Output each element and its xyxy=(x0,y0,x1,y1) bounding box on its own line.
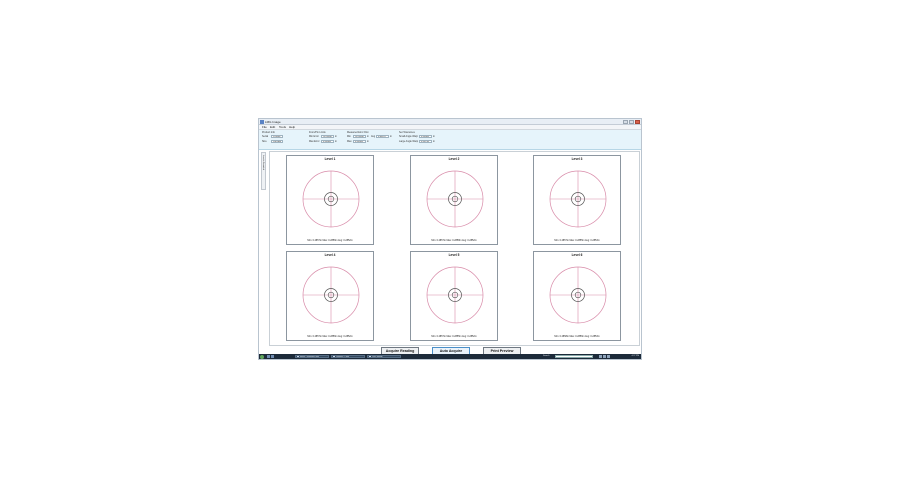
clock: 4:27 PM xyxy=(631,355,639,357)
large-angle-label: Large Angle Warp xyxy=(399,140,419,143)
mail-icon xyxy=(296,356,299,358)
level-title: Level 6 xyxy=(571,253,583,257)
small-angle-label: Small Angle Warp xyxy=(399,135,418,138)
taskbar-task-label: Untitled - Paint xyxy=(336,355,350,358)
start-button[interactable] xyxy=(260,354,264,359)
measured-error-title: Measured Error Dist xyxy=(347,131,369,134)
from-limits-title: From/Pin Limits xyxy=(309,131,326,134)
target-plot xyxy=(549,170,607,228)
level-stats: Min: 0.2857in Max: 0.2856in Avg: 0.2852i… xyxy=(307,335,353,338)
paint-icon xyxy=(332,356,335,358)
app-task-icon xyxy=(368,356,371,358)
measured-min-label: Min xyxy=(347,135,351,138)
max-error-unit: in xyxy=(335,140,337,143)
tolerances-title: Set Tolerances xyxy=(399,131,415,134)
max-error-label: Max Error xyxy=(309,140,320,143)
maximize-button[interactable] xyxy=(629,120,634,124)
settings-header: Product Info Serial 123456 Size 100 mm F… xyxy=(259,130,641,150)
max-error-field[interactable]: 0.25000 xyxy=(321,140,334,143)
close-button[interactable] xyxy=(635,120,640,124)
level-panel: Level 1 Min: 0.2857in Max: 0.2856in Avg:… xyxy=(286,155,374,245)
taskbar-task[interactable]: Inbox - Windows Mail xyxy=(295,354,329,359)
level-panel: Level 2 Min: 0.2857in Max: 0.2858in Avg:… xyxy=(410,155,498,245)
level-title: Level 3 xyxy=(571,157,583,161)
taskbar-task[interactable]: LMG Image xyxy=(367,354,401,359)
target-plot xyxy=(549,266,607,324)
level-panel: Level 6 Min: 0.2858in Max: 0.2856in Avg:… xyxy=(533,251,621,341)
app-icon xyxy=(260,120,264,124)
level-stats: Min: 0.2857in Max: 0.2855in Avg: 0.2852i… xyxy=(431,335,477,338)
target-plot xyxy=(302,266,360,324)
show-desktop-icon[interactable] xyxy=(267,355,270,358)
min-error-unit: in xyxy=(335,135,337,138)
taskbar-task-label: LMG Image xyxy=(372,355,383,358)
measured-avg-label: Avg xyxy=(371,135,376,138)
level-stats: Min: 0.2857in Max: 0.2856in Avg: 0.2852i… xyxy=(307,239,353,242)
small-angle-unit: in xyxy=(433,135,435,138)
level-title: Level 5 xyxy=(448,253,460,257)
product-info-title: Product Info xyxy=(262,131,275,134)
level-panel: Level 4 Min: 0.2857in Max: 0.2856in Avg:… xyxy=(286,251,374,341)
browser-icon[interactable] xyxy=(271,355,274,358)
measured-max-field[interactable]: 0.25000 xyxy=(353,140,366,143)
level-panel: Level 5 Min: 0.2857in Max: 0.2855in Avg:… xyxy=(410,251,498,341)
level-panel: Level 3 Min: 0.2857in Max: 0.2855in Avg:… xyxy=(533,155,621,245)
level-stats: Min: 0.2857in Max: 0.2858in Avg: 0.2852i… xyxy=(431,239,477,242)
target-plot xyxy=(302,170,360,228)
small-angle-field[interactable]: 0.25000 xyxy=(419,135,432,138)
large-angle-field[interactable]: 0.25750 xyxy=(419,140,432,143)
taskbar-task[interactable]: Untitled - Paint xyxy=(331,354,365,359)
measured-min-field[interactable]: -0.25000 xyxy=(353,135,366,138)
measured-max-label: Max xyxy=(347,140,352,143)
level-stats: Min: 0.2857in Max: 0.2855in Avg: 0.2853i… xyxy=(554,239,600,242)
target-plot xyxy=(426,266,484,324)
app-window: LMG Image File Edit Tools Help Product I… xyxy=(258,118,642,360)
measured-avg-field[interactable]: 0.00017 xyxy=(376,135,389,138)
search-input[interactable] xyxy=(555,354,593,359)
measured-max-unit: in xyxy=(367,140,369,143)
level-title: Level 4 xyxy=(324,253,336,257)
serial-label: Serial xyxy=(262,135,269,138)
measured-avg-unit: in xyxy=(390,135,392,138)
minimize-button[interactable] xyxy=(623,120,628,124)
power-icon[interactable] xyxy=(607,355,610,358)
target-plot xyxy=(426,170,484,228)
large-angle-unit: in xyxy=(433,140,435,143)
search-label: Search xyxy=(543,355,550,357)
size-field[interactable]: 100 mm xyxy=(271,140,283,143)
taskbar: Inbox - Windows Mail Untitled - Paint LM… xyxy=(259,354,641,359)
measured-min-unit: in xyxy=(367,135,369,138)
min-error-label: Min Error xyxy=(309,135,319,138)
level-title: Level 1 xyxy=(324,157,336,161)
min-error-field[interactable]: -0.25000 xyxy=(321,135,334,138)
level-stats: Min: 0.2858in Max: 0.2856in Avg: 0.2853i… xyxy=(554,335,600,338)
serial-field[interactable]: 123456 xyxy=(271,135,283,138)
size-label: Size xyxy=(262,140,267,143)
taskbar-task-label: Inbox - Windows Mail xyxy=(300,355,320,358)
side-tab-levels[interactable]: Levels Detailed xyxy=(261,152,266,190)
network-icon[interactable] xyxy=(599,355,602,358)
volume-icon[interactable] xyxy=(603,355,606,358)
levels-grid: Level 1 Min: 0.2857in Max: 0.2856in Avg:… xyxy=(269,151,640,346)
level-title: Level 2 xyxy=(448,157,460,161)
side-tab-label: Levels Detailed xyxy=(262,155,265,170)
